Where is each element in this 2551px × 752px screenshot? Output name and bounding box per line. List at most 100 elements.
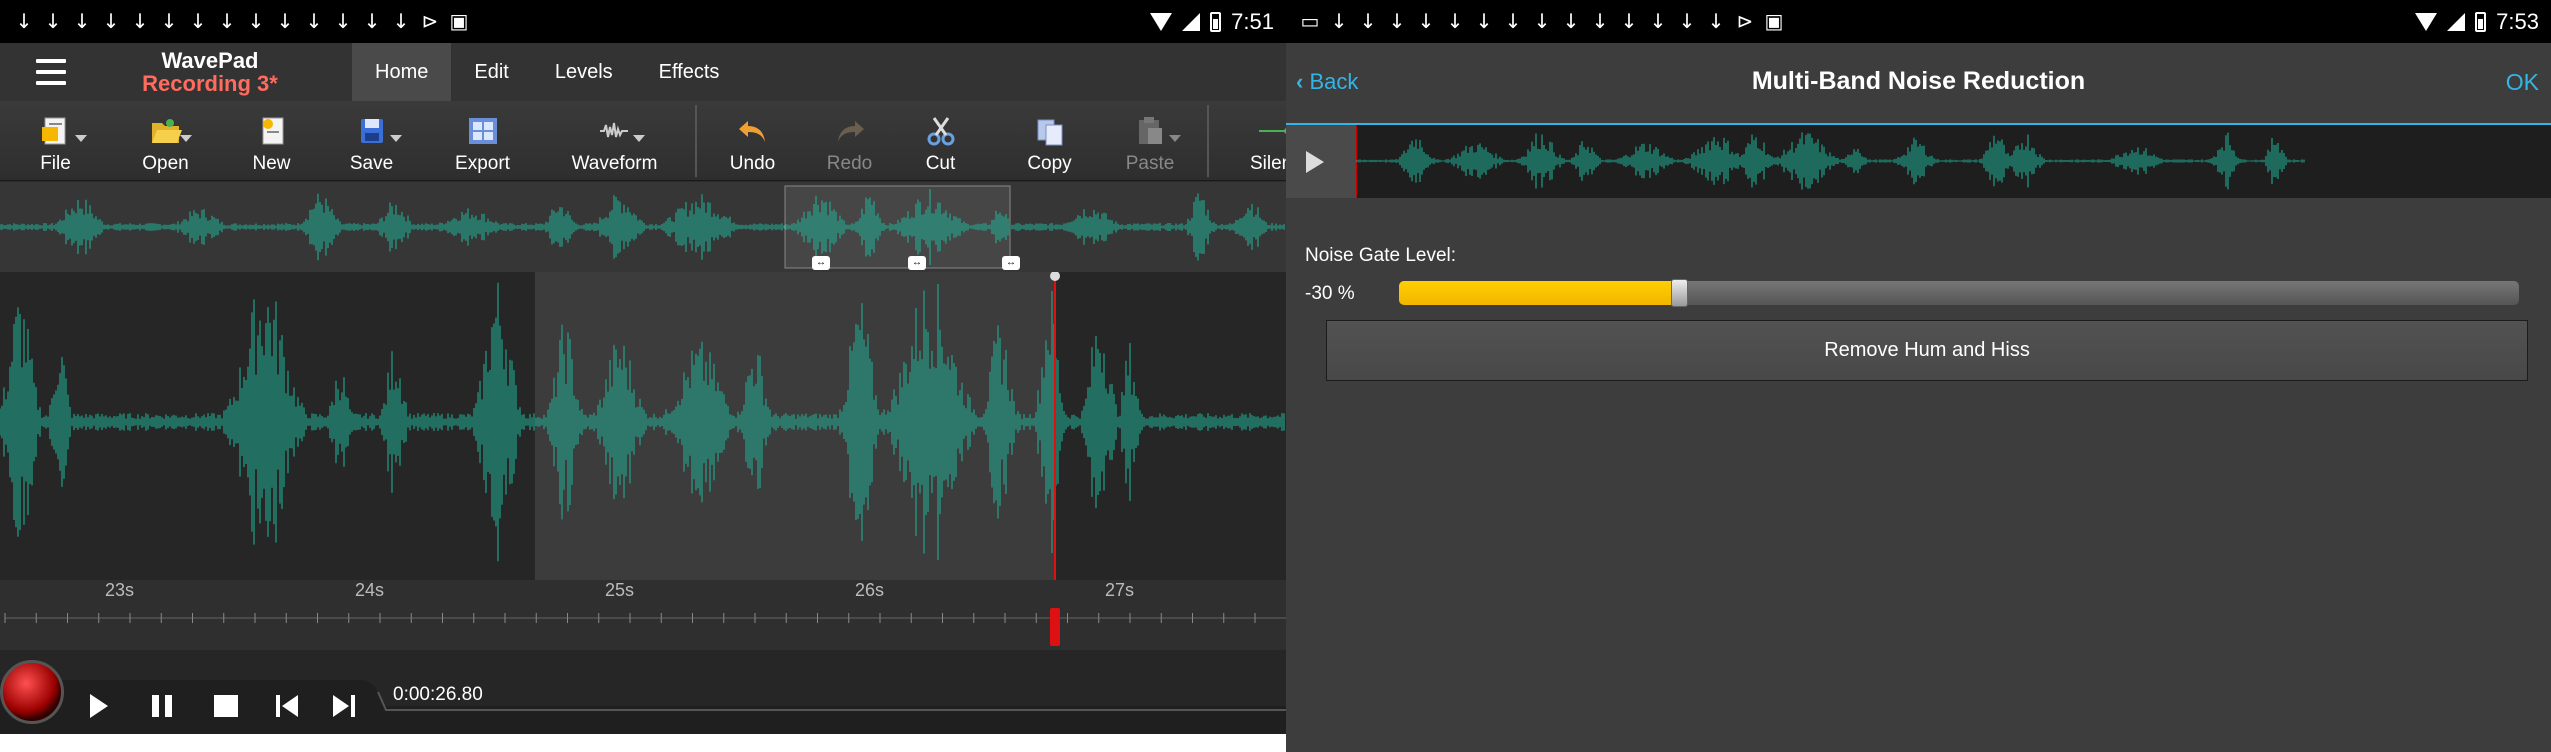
silence-icon <box>1259 128 1286 134</box>
menu-icon[interactable] <box>36 59 66 85</box>
chevron-down-icon <box>390 135 402 142</box>
bottom-strip <box>0 734 1286 752</box>
noise-gate-value: -30 % <box>1305 283 1355 304</box>
playhead-marker[interactable] <box>1050 608 1060 646</box>
document-name: Recording 3* <box>142 71 278 96</box>
noise-reduction-screen: ▭ ↓ ↓ ↓ ↓ ↓ ↓ ↓ ↓ ↓ ↓ ↓ ↓ ↓ ↓ ⊳ ▣ 7:53 ‹ Back Multi-Band… <box>1286 0 2551 752</box>
overview-handle-left[interactable]: ↔ <box>812 256 830 270</box>
transport-background <box>0 680 1286 734</box>
slider-thumb[interactable] <box>1671 279 1688 307</box>
home-toolbar: File Open New Save Export Waveform Undo … <box>0 101 1286 181</box>
cut-label: Cut <box>925 153 956 174</box>
undo-button[interactable]: Undo <box>715 101 790 181</box>
download-icon: ↓ <box>1533 9 1551 33</box>
copy-button[interactable]: Copy <box>1012 101 1087 181</box>
download-icon: ↓ <box>15 9 33 33</box>
export-label: Export <box>455 153 510 174</box>
slider-fill <box>1399 281 1679 305</box>
waveform-icon <box>599 122 628 138</box>
overview-handle-right[interactable]: ↔ <box>1002 256 1020 270</box>
ok-button[interactable]: OK <box>2506 69 2539 96</box>
skip-forward-icon <box>333 695 355 717</box>
waveform-button[interactable]: Waveform <box>567 101 662 181</box>
pause-button[interactable] <box>133 680 191 732</box>
tab-levels[interactable]: Levels <box>532 43 636 101</box>
notification-icons: ▭ ↓ ↓ ↓ ↓ ↓ ↓ ↓ ↓ ↓ ↓ ↓ ↓ ↓ ↓ ⊳ ▣ <box>1300 10 1784 32</box>
export-icon <box>468 118 497 144</box>
stop-button[interactable] <box>197 680 255 732</box>
overview-handle-center[interactable]: ↔ <box>908 256 926 270</box>
download-icon: ↓ <box>189 9 207 33</box>
record-button[interactable] <box>0 660 64 724</box>
download-icon: ↓ <box>1417 9 1435 33</box>
file-button[interactable]: File <box>18 101 93 181</box>
download-icon: ↓ <box>1707 9 1725 33</box>
preview-play-button[interactable] <box>1286 125 1356 198</box>
download-icon: ↓ <box>1504 9 1522 33</box>
download-icon: ↓ <box>44 9 62 33</box>
download-icon: ↓ <box>73 9 91 33</box>
redo-label: Redo <box>826 153 873 174</box>
selection-region[interactable] <box>535 272 1055 580</box>
download-icon: ↓ <box>1620 9 1638 33</box>
notification-icon: ▣ <box>449 9 469 33</box>
paste-button[interactable]: Paste <box>1109 101 1191 181</box>
timeline-ruler[interactable]: 23s 24s 25s 26s 27s <box>0 580 1286 650</box>
notification-icon: ⊳ <box>1736 9 1754 33</box>
cell-signal-icon <box>1182 13 1201 31</box>
wifi-icon <box>2415 13 2438 31</box>
new-button[interactable]: New <box>234 101 309 181</box>
play-icon <box>90 694 108 718</box>
waveform-overview[interactable]: ↔ ↔ ↔ <box>0 182 1286 272</box>
open-button[interactable]: Open <box>128 101 203 181</box>
waveform-label: Waveform <box>571 153 658 174</box>
new-file-icon <box>262 117 283 145</box>
download-icon: ↓ <box>1649 9 1667 33</box>
tab-edit[interactable]: Edit <box>451 43 531 101</box>
notification-icon: ⊳ <box>421 9 439 33</box>
silence-button[interactable]: Silen <box>1238 101 1286 181</box>
stop-icon <box>214 695 238 717</box>
open-label: Open <box>142 153 189 174</box>
download-icon: ↓ <box>392 9 410 33</box>
cell-signal-icon <box>2447 13 2466 31</box>
download-icon: ↓ <box>1330 9 1348 33</box>
tab-home[interactable]: Home <box>352 43 452 101</box>
image-icon: ▭ <box>1300 9 1320 33</box>
cut-button[interactable]: Cut <box>903 101 978 181</box>
playback-time: 0:00:26.80 <box>393 684 483 705</box>
noise-gate-label: Noise Gate Level: <box>1305 245 1457 266</box>
download-icon: ↓ <box>305 9 323 33</box>
skip-back-button[interactable] <box>258 680 316 732</box>
noise-gate-slider[interactable] <box>1399 279 2519 307</box>
chevron-down-icon <box>180 135 192 142</box>
preview-waveform-graph <box>1356 125 2305 198</box>
notification-icon: ▣ <box>1764 9 1784 33</box>
main-waveform[interactable] <box>0 271 1286 580</box>
redo-button[interactable]: Redo <box>812 101 887 181</box>
export-button[interactable]: Export <box>445 101 520 181</box>
toolbar-divider <box>695 105 697 177</box>
dialog-header: ‹ Back Multi-Band Noise Reduction OK <box>1286 43 2551 123</box>
tab-effects[interactable]: Effects <box>636 43 743 101</box>
app-title: WavePad Recording 3* <box>125 49 295 95</box>
save-button[interactable]: Save <box>334 101 409 181</box>
copy-label: Copy <box>1027 153 1072 174</box>
download-icon: ↓ <box>160 9 178 33</box>
status-bar: ↓ ↓ ↓ ↓ ↓ ↓ ↓ ↓ ↓ ↓ ↓ ↓ ↓ ↓ ⊳ ▣ 7:51 <box>0 0 1286 43</box>
paste-label: Paste <box>1125 153 1175 174</box>
play-button[interactable] <box>70 680 128 732</box>
pause-icon <box>152 695 172 717</box>
notification-icons: ↓ ↓ ↓ ↓ ↓ ↓ ↓ ↓ ↓ ↓ ↓ ↓ ↓ ↓ ⊳ ▣ <box>14 10 469 32</box>
chevron-down-icon <box>1169 135 1181 142</box>
waveform-trace <box>1356 132 2305 190</box>
remove-hum-hiss-button[interactable]: Remove Hum and Hiss <box>1326 320 2528 381</box>
skip-forward-button[interactable] <box>315 680 373 732</box>
preview-waveform[interactable] <box>1286 123 2551 198</box>
toolbar-divider <box>1207 105 1209 177</box>
ruler-ticks <box>4 608 1286 646</box>
redo-icon <box>837 121 864 142</box>
main-waveform-graph <box>0 271 1286 580</box>
download-icon: ↓ <box>1359 9 1377 33</box>
file-label: File <box>40 153 71 174</box>
